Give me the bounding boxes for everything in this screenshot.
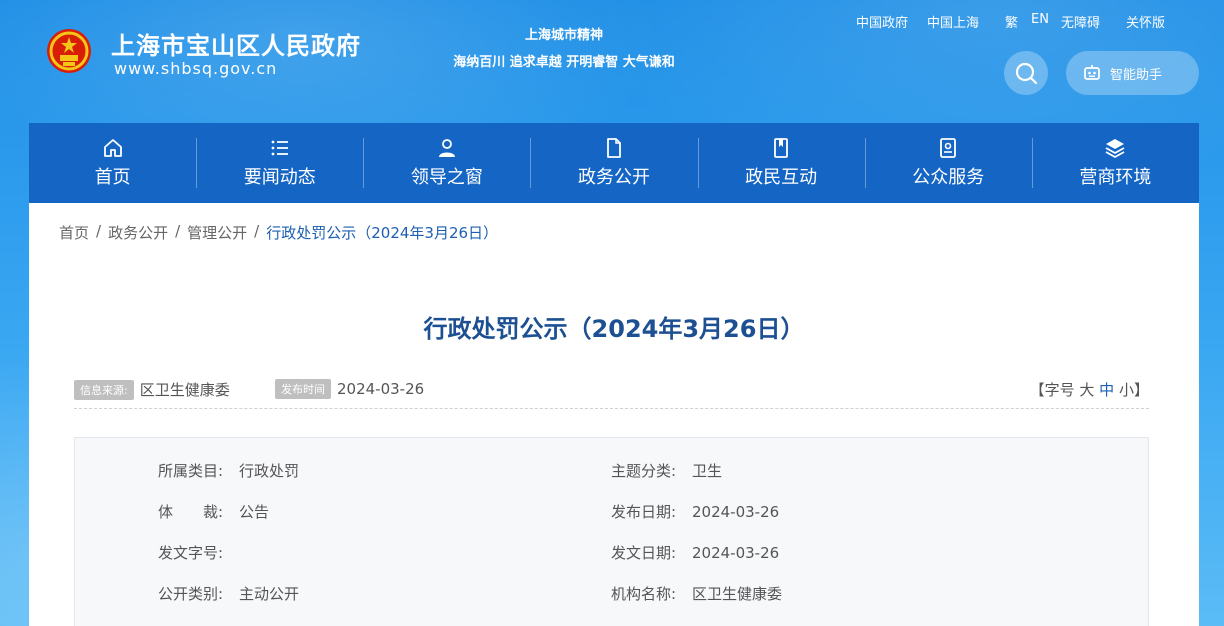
breadcrumb-current[interactable]: 行政处罚公示（2024年3月26日） bbox=[266, 222, 498, 243]
robot-icon bbox=[1084, 65, 1100, 80]
top-links: 中国政府 中国上海 繁 EN 无障碍 关怀版 bbox=[856, 12, 1165, 31]
font-size-large[interactable]: 大 bbox=[1079, 381, 1094, 399]
smart-assistant-button[interactable]: 智能助手 bbox=[1066, 51, 1199, 95]
link-english[interactable]: EN bbox=[1031, 12, 1049, 31]
font-size-control: 【字号 大 中 小】 bbox=[1030, 379, 1149, 400]
breadcrumb-separator: / bbox=[254, 222, 260, 240]
info-open-type: 公开类别: 主动公开 bbox=[158, 583, 299, 604]
nav-item-home[interactable]: 首页 bbox=[29, 123, 196, 203]
nav-label: 要闻动态 bbox=[243, 167, 316, 188]
document-info-box: 所属类目: 行政处罚 主题分类: 卫生 体 裁: 公告 发布日期: 2024-03-26… bbox=[74, 437, 1149, 626]
search-icon bbox=[1015, 62, 1038, 85]
info-topic: 主题分类: 卫生 bbox=[611, 460, 722, 481]
link-care-version[interactable]: 关怀版 bbox=[1126, 12, 1165, 31]
font-size-label: 【字号 bbox=[1029, 381, 1075, 399]
slogan-title: 上海城市精神 bbox=[524, 28, 603, 43]
info-value: 主动公开 bbox=[239, 585, 300, 603]
date-tag: 发布时间 bbox=[275, 379, 331, 399]
info-publish-date: 发布日期: 2024-03-26 bbox=[611, 501, 779, 522]
nav-item-public-service[interactable]: 公众服务 bbox=[864, 123, 1032, 203]
info-genre: 体 裁: 公告 bbox=[158, 501, 269, 522]
link-traditional-chinese[interactable]: 繁 bbox=[1005, 12, 1018, 31]
source-info: 信息来源: 区卫生健康委 bbox=[74, 379, 230, 400]
breadcrumb-management[interactable]: 管理公开 bbox=[187, 222, 247, 243]
document-icon bbox=[607, 138, 621, 158]
site-url[interactable]: www.shbsq.gov.cn bbox=[114, 59, 277, 78]
main-nav: 首页 要闻动态 领导之窗 政务公开 政民互动 公众服务 营商环境 bbox=[29, 123, 1199, 203]
font-size-small[interactable]: 小 bbox=[1119, 381, 1134, 399]
info-value: 2024-03-26 bbox=[692, 503, 780, 521]
source-tag: 信息来源: bbox=[74, 379, 134, 400]
date-value: 2024-03-26 bbox=[337, 380, 425, 398]
bookmark-icon bbox=[774, 138, 789, 158]
slogan-text: 海纳百川 追求卓越 开明睿智 大气谦和 bbox=[453, 55, 675, 70]
nav-label: 政民互动 bbox=[745, 167, 818, 188]
article-meta: 信息来源: 区卫生健康委 发布时间 2024-03-26 【字号 大 中 小】 bbox=[74, 377, 1149, 409]
list-icon bbox=[271, 140, 288, 156]
site-header: 上海市宝山区人民政府 www.shbsq.gov.cn 上海城市精神 海纳百川 … bbox=[0, 0, 1224, 123]
font-size-bracket: 】 bbox=[1133, 381, 1149, 399]
assistant-label: 智能助手 bbox=[1110, 67, 1163, 83]
info-label: 体 裁: bbox=[158, 503, 224, 521]
main-content: 首页 / 政务公开 / 管理公开 / 行政处罚公示（2024年3月26日） 行政… bbox=[29, 203, 1199, 626]
article-title: 行政处罚公示（2024年3月26日） bbox=[423, 315, 805, 343]
info-doc-number: 发文字号: bbox=[158, 542, 239, 563]
breadcrumb-government-affairs[interactable]: 政务公开 bbox=[108, 222, 168, 243]
nav-item-interaction[interactable]: 政民互动 bbox=[697, 123, 865, 203]
info-category: 所属类目: 行政处罚 bbox=[158, 460, 299, 481]
info-doc-date: 发文日期: 2024-03-26 bbox=[611, 542, 779, 563]
nav-item-leaders[interactable]: 领导之窗 bbox=[363, 123, 530, 203]
info-label: 发文字号: bbox=[158, 544, 224, 562]
source-value: 区卫生健康委 bbox=[139, 381, 230, 399]
nav-item-news[interactable]: 要闻动态 bbox=[196, 123, 363, 203]
nav-label: 公众服务 bbox=[912, 167, 985, 188]
nav-label: 营商环境 bbox=[1079, 167, 1152, 188]
nav-item-government-affairs[interactable]: 政务公开 bbox=[530, 123, 697, 203]
breadcrumb-separator: / bbox=[96, 222, 102, 240]
home-icon bbox=[103, 139, 122, 157]
info-label: 发布日期: bbox=[611, 503, 677, 521]
service-icon bbox=[940, 138, 957, 158]
info-organization: 机构名称: 区卫生健康委 bbox=[611, 583, 782, 604]
nav-item-business[interactable]: 营商环境 bbox=[1031, 123, 1199, 203]
breadcrumb-home[interactable]: 首页 bbox=[59, 222, 89, 243]
info-label: 发文日期: bbox=[611, 544, 677, 562]
breadcrumb: 首页 / 政务公开 / 管理公开 / 行政处罚公示（2024年3月26日） bbox=[59, 222, 498, 243]
person-icon bbox=[438, 139, 455, 157]
link-accessibility[interactable]: 无障碍 bbox=[1061, 12, 1100, 31]
layers-icon bbox=[1105, 139, 1125, 159]
info-value: 行政处罚 bbox=[239, 462, 300, 480]
nav-label: 政务公开 bbox=[577, 167, 650, 188]
date-info: 发布时间 2024-03-26 bbox=[275, 379, 424, 399]
site-title[interactable]: 上海市宝山区人民政府 bbox=[111, 26, 361, 61]
info-value: 2024-03-26 bbox=[692, 544, 780, 562]
info-value: 公告 bbox=[239, 503, 270, 521]
info-label: 所属类目: bbox=[158, 462, 224, 480]
info-label: 主题分类: bbox=[611, 462, 677, 480]
nav-label: 首页 bbox=[94, 167, 131, 188]
national-emblem-icon bbox=[47, 29, 91, 73]
nav-label: 领导之窗 bbox=[410, 167, 483, 188]
link-china-gov[interactable]: 中国政府 bbox=[856, 12, 908, 31]
info-label: 公开类别: bbox=[158, 585, 224, 603]
font-size-medium[interactable]: 中 bbox=[1099, 381, 1114, 399]
breadcrumb-separator: / bbox=[175, 222, 181, 240]
info-value: 区卫生健康委 bbox=[692, 585, 783, 603]
link-china-shanghai[interactable]: 中国上海 bbox=[927, 12, 979, 31]
info-value: 卫生 bbox=[692, 462, 723, 480]
search-button[interactable] bbox=[1004, 51, 1048, 95]
info-label: 机构名称: bbox=[611, 585, 677, 603]
